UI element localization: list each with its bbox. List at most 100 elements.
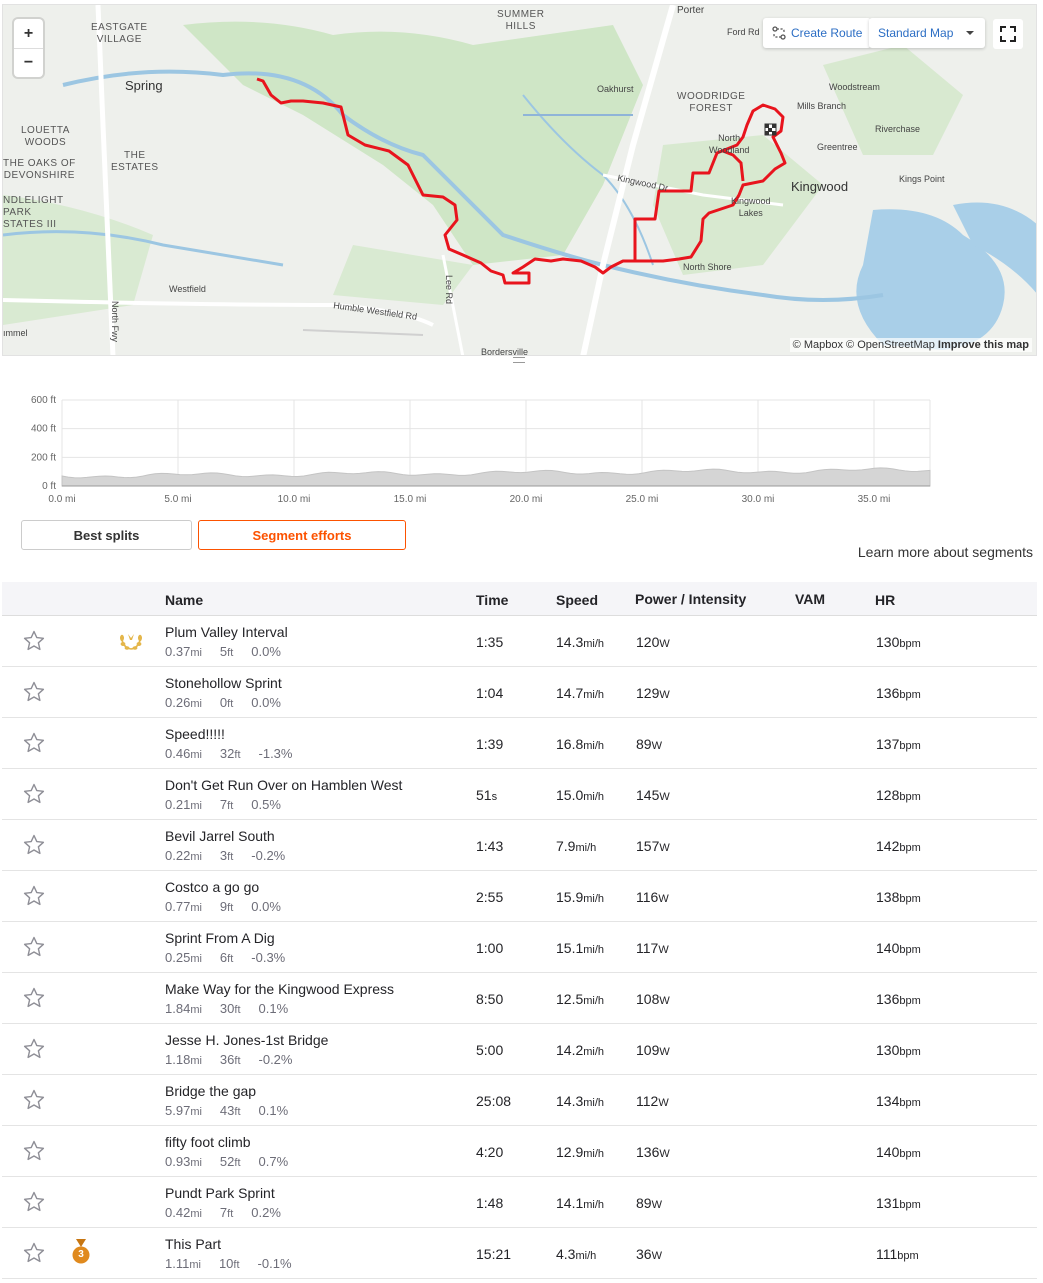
- segment-name-link[interactable]: Stonehollow Sprint: [165, 675, 282, 691]
- segment-grade: 0.5%: [251, 797, 281, 812]
- attribution-osm-link[interactable]: © OpenStreetMap: [846, 339, 935, 351]
- star-icon[interactable]: [22, 986, 46, 1010]
- segment-hr: 136bpm: [876, 685, 921, 701]
- caret-down-icon: [966, 31, 975, 35]
- create-route-button[interactable]: Create Route: [763, 18, 872, 48]
- table-row[interactable]: fifty foot climb 0.93mi 52ft 0.7% 4:20 12.9mi…: [2, 1126, 1037, 1177]
- star-icon[interactable]: [22, 1037, 46, 1061]
- table-row[interactable]: Don't Get Run Over on Hamblen West 0.21mi…: [2, 769, 1037, 820]
- star-icon[interactable]: [22, 731, 46, 755]
- segment-grade: 0.1%: [258, 1103, 289, 1118]
- map-label-riverchase: Riverchase: [875, 124, 921, 134]
- header-hr[interactable]: HR: [875, 592, 895, 608]
- segment-name-link[interactable]: Costco a go go: [165, 879, 259, 895]
- segment-power: 36W: [636, 1246, 662, 1262]
- zoom-control: + −: [14, 19, 43, 77]
- table-row[interactable]: Speed!!!!! 0.46mi 32ft -1.3% 1:39 16.8mi/h 89W…: [2, 718, 1037, 769]
- table-row[interactable]: Pundt Park Sprint 0.42mi 7ft 0.2% 1:48 14.1mi…: [2, 1177, 1037, 1228]
- tab-segment-efforts[interactable]: Segment efforts: [198, 520, 406, 550]
- segment-meta: 0.22mi 3ft -0.2%: [165, 848, 294, 863]
- elevation-y-tick-label: 600 ft: [31, 395, 56, 406]
- tab-best-splits[interactable]: Best splits: [21, 520, 192, 550]
- star-icon[interactable]: [22, 1241, 46, 1265]
- segment-distance: 0.42mi: [165, 1205, 202, 1220]
- segment-name-link[interactable]: Speed!!!!!: [165, 726, 225, 742]
- star-icon[interactable]: [22, 833, 46, 857]
- zoom-in-button[interactable]: +: [14, 19, 43, 48]
- learn-more-segments-link[interactable]: Learn more about segments: [858, 544, 1033, 560]
- table-row[interactable]: Bridge the gap 5.97mi 43ft 0.1% 25:08 14.3mi/…: [2, 1075, 1037, 1126]
- map-label-kingwood-lakes: Kingwood Lakes: [731, 196, 771, 218]
- segment-elevation: 5ft: [219, 644, 234, 659]
- map-resize-handle[interactable]: [513, 357, 525, 363]
- segment-elevation: 36ft: [219, 1052, 241, 1067]
- segment-elevation: 10ft: [218, 1256, 240, 1271]
- segment-name-link[interactable]: Make Way for the Kingwood Express: [165, 981, 394, 997]
- segment-name-link[interactable]: Sprint From A Dig: [165, 930, 275, 946]
- improve-map-link[interactable]: Improve this map: [938, 339, 1029, 351]
- segment-speed: 14.7mi/h: [556, 685, 605, 701]
- segment-elevation: 7ft: [219, 1205, 234, 1220]
- segment-name-link[interactable]: This Part: [165, 1236, 221, 1252]
- elevation-x-tick-label: 10.0 mi: [278, 494, 311, 505]
- star-icon[interactable]: [22, 1190, 46, 1214]
- star-icon[interactable]: [22, 1139, 46, 1163]
- segment-elevation: 0ft: [219, 695, 234, 710]
- segment-power: 136W: [636, 1144, 670, 1160]
- star-icon[interactable]: [22, 782, 46, 806]
- segment-distance: 0.93mi: [165, 1154, 202, 1169]
- segment-name-link[interactable]: Bridge the gap: [165, 1083, 256, 1099]
- table-row[interactable]: Make Way for the Kingwood Express 1.84mi 3…: [2, 973, 1037, 1024]
- segment-speed: 7.9mi/h: [556, 838, 597, 854]
- zoom-out-button[interactable]: −: [14, 48, 43, 77]
- star-icon[interactable]: [22, 629, 46, 653]
- segment-hr: 130bpm: [876, 1042, 921, 1058]
- header-name[interactable]: Name: [165, 592, 203, 608]
- segment-time: 1:43: [476, 838, 504, 854]
- table-row[interactable]: Sprint From A Dig 0.25mi 6ft -0.3% 1:00 15.1m…: [2, 922, 1037, 973]
- segment-meta: 0.37mi 5ft 0.0%: [165, 644, 290, 659]
- segment-name-link[interactable]: Don't Get Run Over on Hamblen West: [165, 777, 402, 793]
- map-label-summer-hills: SUMMER HILLS: [497, 9, 545, 32]
- header-vam[interactable]: VAM: [795, 591, 825, 607]
- segment-hr: 128bpm: [876, 787, 921, 803]
- segment-name-link[interactable]: Plum Valley Interval: [165, 624, 288, 640]
- table-row[interactable]: 3 This Part 1.11mi 10ft -0.1% 15:21 4.3mi/h 36W…: [2, 1228, 1037, 1279]
- segment-hr: 140bpm: [876, 940, 921, 956]
- map-style-select[interactable]: Standard Map: [869, 18, 985, 48]
- star-icon[interactable]: [22, 1088, 46, 1112]
- segment-name-link[interactable]: Jesse H. Jones-1st Bridge: [165, 1032, 328, 1048]
- segment-name-link[interactable]: Bevil Jarrel South: [165, 828, 275, 844]
- segment-elevation: 3ft: [219, 848, 234, 863]
- segment-hr: 130bpm: [876, 634, 921, 650]
- route-map[interactable]: SUMMER HILLS Porter EASTGATE VILLAGE Spr…: [2, 4, 1037, 356]
- segment-hr: 111bpm: [876, 1246, 919, 1262]
- segment-name-link[interactable]: Pundt Park Sprint: [165, 1185, 275, 1201]
- table-row[interactable]: Costco a go go 0.77mi 9ft 0.0% 2:55 15.9mi/h 1…: [2, 871, 1037, 922]
- star-icon[interactable]: [22, 680, 46, 704]
- header-speed[interactable]: Speed: [556, 592, 598, 608]
- header-time[interactable]: Time: [476, 592, 508, 608]
- segment-distance: 0.25mi: [165, 950, 202, 965]
- table-row[interactable]: Stonehollow Sprint 0.26mi 0ft 0.0% 1:04 14.7m…: [2, 667, 1037, 718]
- elevation-chart[interactable]: 600 ft 400 ft 200 ft 0 ft 0.0 mi 5.0 mi 10.0 …: [0, 380, 1043, 510]
- table-row[interactable]: Jesse H. Jones-1st Bridge 1.18mi 36ft -0.2%…: [2, 1024, 1037, 1075]
- segment-speed: 15.0mi/h: [556, 787, 605, 803]
- segment-name-link[interactable]: fifty foot climb: [165, 1134, 251, 1150]
- fullscreen-button[interactable]: [993, 19, 1023, 49]
- star-icon[interactable]: [22, 935, 46, 959]
- segment-distance: 0.77mi: [165, 899, 202, 914]
- star-icon[interactable]: [22, 884, 46, 908]
- header-power[interactable]: Power / Intensity: [635, 591, 746, 607]
- elevation-x-tick-label: 0.0 mi: [48, 494, 75, 505]
- segment-hr: 136bpm: [876, 991, 921, 1007]
- attribution-mapbox-link[interactable]: © Mapbox: [793, 339, 843, 351]
- segment-distance: 0.21mi: [165, 797, 202, 812]
- table-row[interactable]: Plum Valley Interval 0.37mi 5ft 0.0% 1:35 14.…: [2, 616, 1037, 667]
- table-row[interactable]: Bevil Jarrel South 0.22mi 3ft -0.2% 1:43 7.9m…: [2, 820, 1037, 871]
- map-label-eastgate: EASTGATE VILLAGE: [91, 22, 148, 45]
- segment-meta: 0.93mi 52ft 0.7%: [165, 1154, 297, 1169]
- segment-time: 1:00: [476, 940, 504, 956]
- segment-time: 1:35: [476, 634, 504, 650]
- segment-distance: 0.26mi: [165, 695, 202, 710]
